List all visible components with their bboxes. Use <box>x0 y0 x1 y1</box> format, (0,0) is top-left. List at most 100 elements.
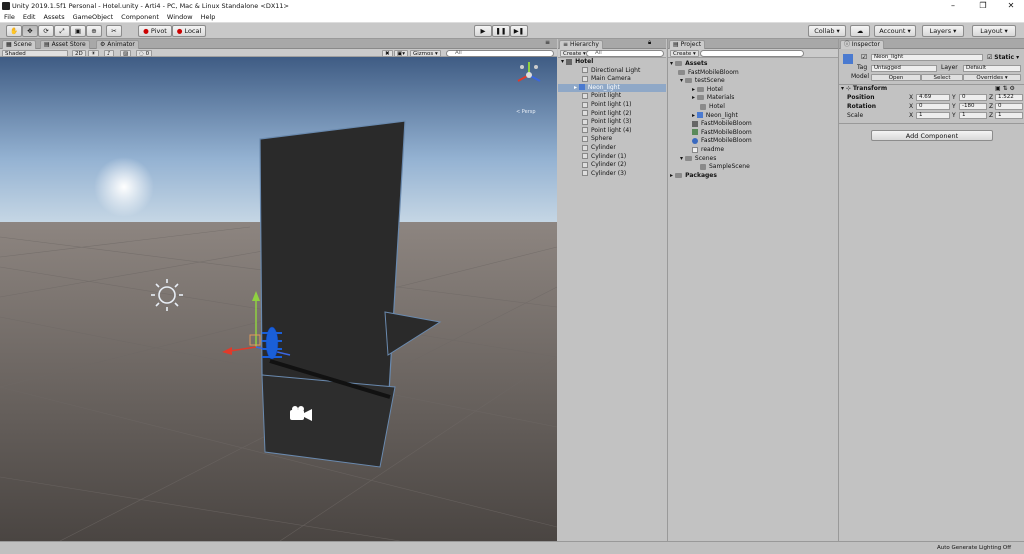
menu-gameobject[interactable]: GameObject <box>69 13 118 21</box>
scene-view[interactable]: < Persp <box>0 57 557 541</box>
hierarchy-create-button[interactable]: Create ▾ <box>560 50 589 57</box>
tab-scene[interactable]: ▦ Scene <box>2 40 36 49</box>
scene-search-input[interactable]: All <box>446 50 554 57</box>
project-item[interactable]: FastMobileBloom <box>692 137 752 146</box>
hidden-count[interactable]: ◌ 0 <box>136 50 153 57</box>
menu-window[interactable]: Window <box>163 13 197 21</box>
panel-menu-icon[interactable]: ≡ <box>545 39 550 46</box>
shading-dropdown[interactable]: Shaded <box>2 50 68 57</box>
tab-animator[interactable]: ⚙ Animator <box>96 40 139 49</box>
position-x-field[interactable]: 4.69 <box>916 94 950 101</box>
overrides-dropdown[interactable]: Overrides ▾ <box>963 74 1021 81</box>
rotation-x-field[interactable]: 0 <box>916 103 950 110</box>
minimize-button[interactable]: – <box>940 0 966 12</box>
project-item[interactable]: FastMobileBloom <box>692 129 752 138</box>
scene-canvas[interactable] <box>0 57 557 541</box>
effects-toggle-icon[interactable]: ▨ <box>120 50 132 57</box>
project-item[interactable]: ▸ Neon_light <box>692 112 738 121</box>
scale-x-field[interactable]: 1 <box>916 112 950 119</box>
lock-icon[interactable]: 🔒︎ <box>648 39 651 47</box>
scene-root[interactable]: ▾ Hotel <box>558 58 666 67</box>
project-item[interactable]: ▾ testScene <box>680 77 725 86</box>
menu-component[interactable]: Component <box>117 13 163 21</box>
static-checkbox[interactable]: ☑ Static ▾ <box>987 54 1019 61</box>
hierarchy-search-input[interactable]: All <box>586 50 664 57</box>
open-button[interactable]: Open <box>871 74 921 81</box>
transform-header[interactable]: ▾ ⊹ Transform <box>841 85 887 92</box>
hierarchy-item-selected[interactable]: ▸ Neon_light <box>558 83 666 93</box>
lighting-toggle-icon[interactable]: ☀ <box>88 50 99 57</box>
project-item[interactable]: ▸ Hotel <box>692 86 723 95</box>
step-button[interactable]: ▶❚ <box>510 25 528 37</box>
component-settings-icon[interactable]: ▣ ⇅ ⚙ <box>995 85 1015 92</box>
local-toggle[interactable]: ● Local <box>172 25 206 37</box>
audio-toggle-icon[interactable]: ♪ <box>104 50 114 57</box>
custom-tool-icon[interactable]: ✂ <box>106 25 122 37</box>
project-item[interactable]: FastMobileBloom <box>678 69 739 78</box>
active-checkbox[interactable]: ☑ <box>861 53 867 61</box>
scale-tool-icon[interactable]: ⤢ <box>54 25 70 37</box>
project-item[interactable]: SampleScene <box>700 163 750 172</box>
hand-tool-icon[interactable]: ✋ <box>6 25 22 37</box>
layout-dropdown[interactable]: Layout ▾ <box>972 25 1016 37</box>
collab-dropdown[interactable]: Collab ▾ <box>808 25 846 37</box>
project-item[interactable]: ▸ Packages <box>670 172 717 181</box>
pause-button[interactable]: ❚❚ <box>492 25 510 37</box>
layer-dropdown[interactable]: Default <box>963 65 1021 72</box>
hierarchy-item[interactable]: Cylinder (3) <box>558 170 666 179</box>
scale-z-field[interactable]: 1 <box>995 112 1023 119</box>
menu-edit[interactable]: Edit <box>19 13 40 21</box>
hierarchy-item[interactable]: Point light (2) <box>558 110 666 119</box>
move-tool-icon[interactable]: ✥ <box>22 25 38 37</box>
account-dropdown[interactable]: Account ▾ <box>874 25 916 37</box>
select-button[interactable]: Select <box>921 74 963 81</box>
tab-inspector[interactable]: ⓘ Inspector <box>840 40 884 49</box>
hierarchy-item[interactable]: Cylinder (1) <box>558 153 666 162</box>
project-item[interactable]: ▸ Materials <box>692 94 734 103</box>
project-item[interactable]: FastMobileBloom <box>692 120 752 129</box>
hierarchy-item[interactable]: Point light (4) <box>558 127 666 136</box>
menu-file[interactable]: File <box>0 13 19 21</box>
object-name-field[interactable]: Neon_light <box>871 54 983 61</box>
transform-tool-icon[interactable]: ⊕ <box>86 25 102 37</box>
persp-label[interactable]: < Persp <box>516 109 536 115</box>
hierarchy-item[interactable]: Main Camera <box>558 75 666 84</box>
close-button[interactable]: ✕ <box>998 0 1024 12</box>
scale-y-field[interactable]: 1 <box>959 112 987 119</box>
play-button[interactable]: ▶ <box>474 25 492 37</box>
gizmos-dropdown[interactable]: Gizmos ▾ <box>410 50 441 57</box>
hierarchy-item[interactable]: Point light <box>558 92 666 101</box>
rotation-y-field[interactable]: -180 <box>959 103 987 110</box>
rect-tool-icon[interactable]: ▣ <box>70 25 86 37</box>
position-z-field[interactable]: 1.522 <box>995 94 1023 101</box>
project-create-button[interactable]: Create ▾ <box>670 50 699 57</box>
project-item[interactable]: Hotel <box>700 103 725 112</box>
project-item[interactable]: ▾ Scenes <box>680 155 716 164</box>
tab-project[interactable]: ▤ Project <box>669 40 706 49</box>
tab-asset-store[interactable]: ▤ Asset Store <box>40 40 90 49</box>
lighting-status[interactable]: Auto Generate Lighting Off <box>937 545 1011 551</box>
position-y-field[interactable]: 0 <box>959 94 987 101</box>
hierarchy-item[interactable]: Point light (1) <box>558 101 666 110</box>
tab-hierarchy[interactable]: ≡ Hierarchy <box>559 40 603 49</box>
project-item[interactable]: readme <box>692 146 724 155</box>
hierarchy-item[interactable]: Sphere <box>558 135 666 144</box>
add-component-button[interactable]: Add Component <box>871 130 993 141</box>
2d-toggle[interactable]: 2D <box>72 50 86 57</box>
scene-tools-icon[interactable]: ✖ <box>382 50 393 57</box>
project-item[interactable]: ▾ Assets <box>670 60 707 69</box>
tag-dropdown[interactable]: Untagged <box>871 65 937 72</box>
menu-assets[interactable]: Assets <box>39 13 68 21</box>
pivot-toggle[interactable]: ● Pivot <box>138 25 172 37</box>
maximize-button[interactable]: ❐ <box>970 0 996 12</box>
hierarchy-item[interactable]: Directional Light <box>558 67 666 76</box>
hierarchy-item[interactable]: Cylinder <box>558 144 666 153</box>
layers-dropdown[interactable]: Layers ▾ <box>922 25 964 37</box>
hierarchy-item[interactable]: Point light (3) <box>558 118 666 127</box>
camera-dropdown-icon[interactable]: ▣▾ <box>394 50 408 57</box>
hierarchy-item[interactable]: Cylinder (2) <box>558 161 666 170</box>
cloud-icon[interactable]: ☁ <box>850 25 870 37</box>
rotation-z-field[interactable]: 0 <box>995 103 1023 110</box>
project-search-input[interactable] <box>700 50 804 57</box>
rotate-tool-icon[interactable]: ⟳ <box>38 25 54 37</box>
